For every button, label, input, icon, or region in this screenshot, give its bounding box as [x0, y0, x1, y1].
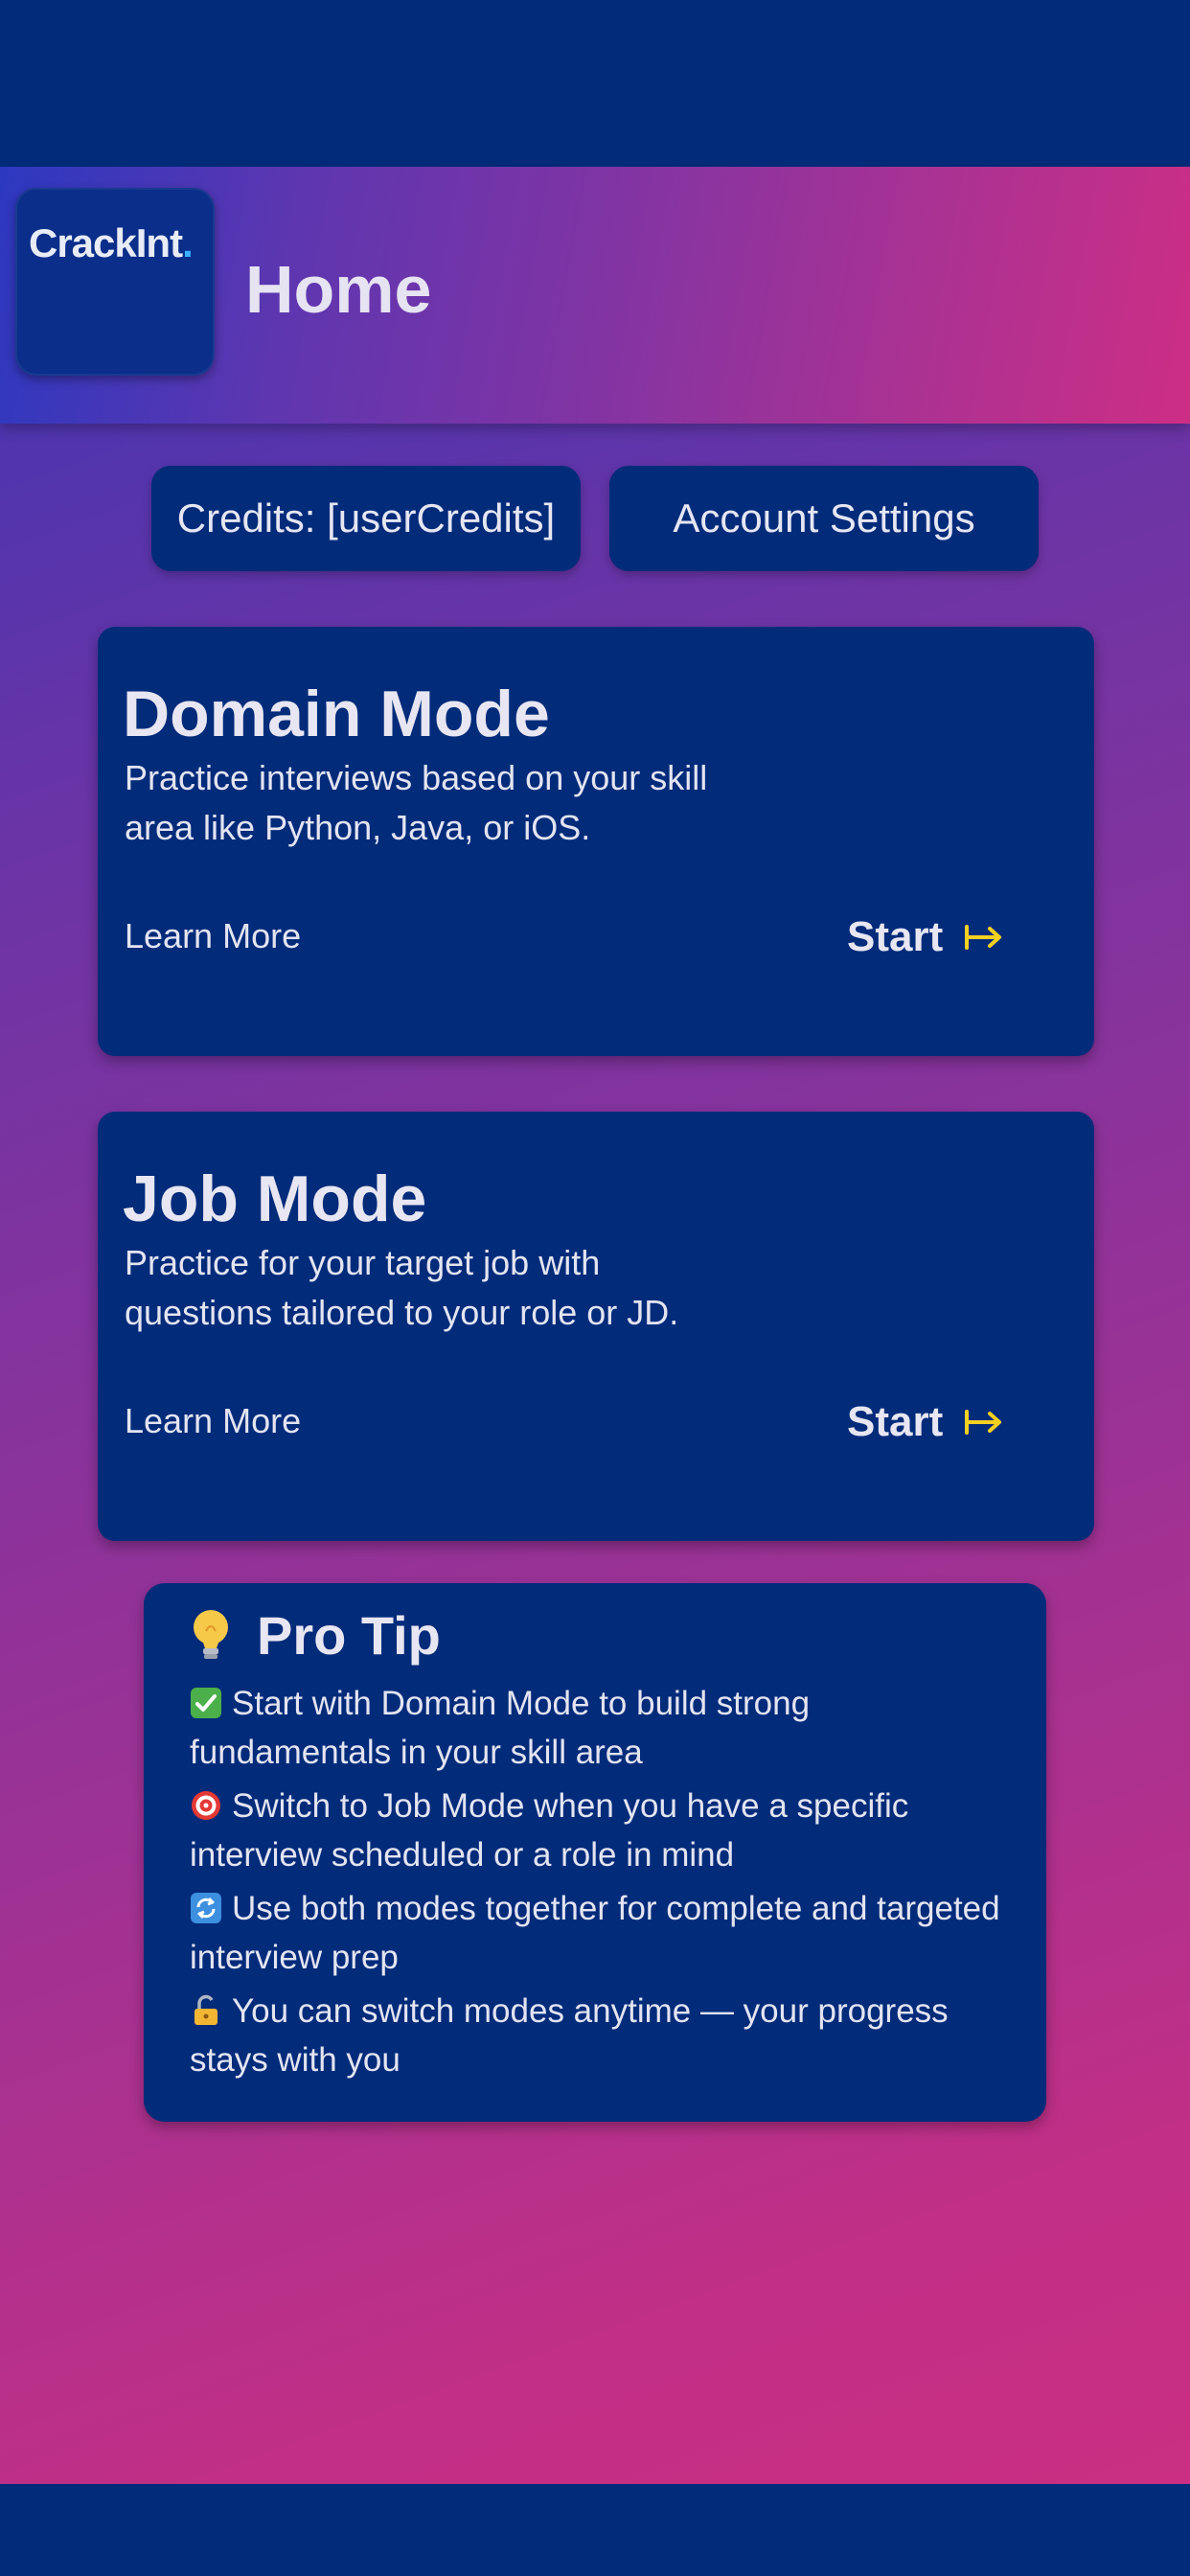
job-mode-card: Job Mode Practice for your target job wi…: [98, 1112, 1094, 1541]
check-mark-icon: [191, 1688, 221, 1718]
start-label: Start: [847, 1398, 944, 1445]
arrow-right-to-bar-icon: [965, 925, 1002, 950]
home-indicator-area: [0, 2484, 1190, 2576]
credits-button[interactable]: Credits: [userCredits]: [151, 466, 581, 571]
start-button[interactable]: Start: [847, 1395, 1004, 1449]
logo-dot: .: [182, 220, 194, 265]
pro-tip-list: Start with Domain Mode to build strong f…: [190, 1679, 1014, 2089]
home-screen: CrackInt. Home Credits: [userCredits] Ac…: [0, 0, 1190, 2576]
light-bulb-icon: [194, 1609, 228, 1659]
learn-more-link[interactable]: Learn More: [125, 916, 301, 956]
card-title: Domain Mode: [123, 678, 550, 750]
domain-mode-card: Domain Mode Practice interviews based on…: [98, 627, 1094, 1056]
unlock-icon: [195, 1994, 217, 2025]
card-description: Practice for your target job with questi…: [125, 1243, 679, 1332]
list-item: Use both modes together for complete and…: [190, 1884, 1014, 1982]
tip-text: Switch to Job Mode when you have a speci…: [190, 1787, 909, 1874]
list-item: You can switch modes anytime — your prog…: [190, 1987, 1014, 2084]
learn-more-link[interactable]: Learn More: [125, 1401, 301, 1441]
arrow-right-to-bar-icon: [965, 1410, 1002, 1435]
card-description: Practice interviews based on your skill …: [125, 758, 708, 847]
card-title: Job Mode: [123, 1162, 427, 1235]
tip-text: You can switch modes anytime — your prog…: [190, 1992, 949, 2079]
start-button[interactable]: Start: [847, 910, 1004, 964]
tip-text: Start with Domain Mode to build strong f…: [190, 1685, 811, 1771]
page-title: Home: [245, 252, 432, 327]
logo-text: CrackInt.: [29, 220, 194, 266]
list-item: Start with Domain Mode to build strong f…: [190, 1679, 1014, 1777]
pro-tip-card: Pro Tip Start with Domain Mode to build …: [144, 1583, 1046, 2122]
list-item: Switch to Job Mode when you have a speci…: [190, 1782, 1014, 1879]
account-settings-button[interactable]: Account Settings: [609, 466, 1039, 571]
app-logo: CrackInt.: [15, 188, 215, 376]
repeat-icon: [191, 1893, 221, 1923]
target-icon: [192, 1791, 220, 1820]
status-bar-area: [0, 0, 1190, 167]
start-label: Start: [847, 913, 944, 960]
tip-text: Use both modes together for complete and…: [190, 1890, 1000, 1976]
pro-tip-title: Pro Tip: [257, 1605, 441, 1666]
logo-wordmark: CrackInt: [29, 220, 183, 265]
pro-tip-heading: Pro Tip: [190, 1604, 441, 1667]
